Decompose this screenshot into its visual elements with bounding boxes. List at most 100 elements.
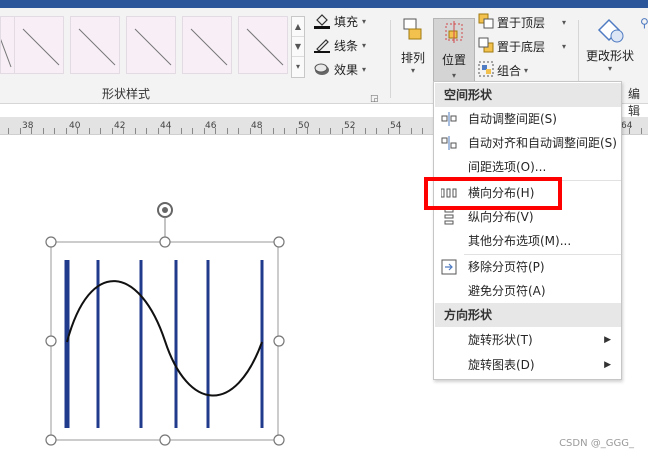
change-shape-icon xyxy=(595,14,625,47)
group-label: 组合 xyxy=(497,63,522,78)
remove-page-break-icon xyxy=(441,259,457,275)
watermark: CSDN @_GGG_ xyxy=(559,438,634,449)
menu-item-rotate-diagram[interactable]: 旋转图表(D) ▶ xyxy=(435,353,621,377)
ruler-tick xyxy=(226,128,228,134)
group-icon xyxy=(478,61,494,80)
menu-item-more-distribute-options[interactable]: 其他分布选项(M)... xyxy=(435,229,621,253)
chevron-down-icon: ▾ xyxy=(607,64,612,73)
chevron-down-icon: ▾ xyxy=(562,17,567,27)
ruler-tick xyxy=(284,128,285,134)
menu-section-header: 方向形状 xyxy=(435,303,621,327)
menu-item-label: 旋转图表(D) xyxy=(468,358,535,372)
chevron-down-icon: ▾ xyxy=(362,16,367,26)
change-shape-button[interactable]: 更改形状 ▾ xyxy=(584,14,636,73)
style-thumb[interactable] xyxy=(182,16,232,74)
ruler-tick xyxy=(399,128,400,134)
menu-item-spacing-options[interactable]: 间距选项(O)... xyxy=(435,155,621,179)
ruler-tick xyxy=(249,128,251,134)
fill-button[interactable]: 填充 ▾ xyxy=(314,11,366,31)
sine-curve[interactable] xyxy=(66,280,263,397)
bring-to-front-button[interactable]: 置于顶层 ▾ xyxy=(478,12,566,32)
chevron-down-icon: ▾ xyxy=(562,41,567,51)
menu-item-label: 间距选项(O)... xyxy=(468,160,547,174)
ruler-tick xyxy=(134,128,136,134)
dialog-launcher-icon[interactable]: ◲ xyxy=(370,94,379,104)
position-dropdown-menu: 空间形状 自动调整间距(S) 自动对齐和自动调整间距(S) 间距选项(O)...… xyxy=(433,81,622,380)
auto-space-icon xyxy=(441,111,457,127)
ruler-tick xyxy=(65,128,67,134)
menu-item-label: 自动对齐和自动调整间距(S) xyxy=(468,136,617,150)
group-separator xyxy=(390,20,391,98)
ruler-tick xyxy=(31,128,32,134)
send-to-back-button[interactable]: 置于底层 ▾ xyxy=(478,36,566,56)
ruler-tick xyxy=(157,128,159,134)
ruler-tick xyxy=(180,128,182,134)
send-to-back-icon xyxy=(478,37,494,56)
ruler-tick xyxy=(42,128,44,134)
ruler-tick xyxy=(353,128,354,134)
distribute-vertical-icon xyxy=(441,208,457,225)
position-button[interactable]: 位置 ▾ xyxy=(433,18,475,88)
ruler-tick xyxy=(215,128,216,134)
menu-item-avoid-page-break[interactable]: 避免分页符(A) xyxy=(435,279,621,303)
chevron-down-icon: ▾ xyxy=(362,64,367,74)
menu-item-auto-space[interactable]: 自动调整间距(S) xyxy=(435,107,621,131)
title-bar-strip xyxy=(0,0,648,8)
ruler-tick xyxy=(295,128,297,134)
auto-align-icon xyxy=(441,135,457,151)
ruler-tick xyxy=(77,128,78,134)
paint-bucket-icon xyxy=(314,13,330,29)
effect-button[interactable]: 效果 ▾ xyxy=(314,59,366,79)
arrange-button[interactable]: 排列 ▾ xyxy=(398,16,428,75)
bring-to-front-icon xyxy=(478,13,494,32)
arrange-label: 排列 xyxy=(400,51,425,65)
ruler-tick xyxy=(111,128,113,134)
annotation-highlight-box xyxy=(424,177,562,210)
menu-section-header: 空间形状 xyxy=(435,83,621,107)
chevron-down-icon: ▾ xyxy=(451,71,456,80)
menu-item-remove-page-break[interactable]: 移除分页符(P) xyxy=(435,255,621,279)
ruler-tick xyxy=(146,128,147,134)
search-icon[interactable]: ⚲ xyxy=(640,16,648,30)
ruler-tick xyxy=(307,128,308,134)
ruler-tick xyxy=(19,128,21,134)
ruler-tick xyxy=(387,128,389,134)
chevron-down-icon[interactable]: ▼ xyxy=(292,37,304,57)
more-icon[interactable]: ▾ xyxy=(292,57,304,77)
rotate-handle-icon[interactable] xyxy=(157,202,173,218)
fill-label: 填充 xyxy=(334,14,359,29)
pen-icon xyxy=(314,37,330,53)
line-button[interactable]: 线条 ▾ xyxy=(314,35,366,55)
style-thumb[interactable] xyxy=(14,16,64,74)
ruler-tick xyxy=(376,128,377,134)
ruler-tick xyxy=(192,128,193,134)
menu-item-rotate-shape[interactable]: 旋转形状(T) ▶ xyxy=(435,328,621,352)
arrange-icon xyxy=(401,16,425,49)
style-thumb[interactable] xyxy=(238,16,288,74)
ruler-tick xyxy=(364,128,366,134)
ruler-tick xyxy=(640,128,642,134)
shape-style-gallery[interactable] xyxy=(0,16,290,76)
ruler-tick xyxy=(330,128,331,134)
menu-item-label: 旋转形状(T) xyxy=(468,333,533,347)
style-thumb[interactable] xyxy=(126,16,176,74)
chevron-right-icon: ▶ xyxy=(604,360,611,370)
ruler-tick xyxy=(341,128,343,134)
change-shape-label: 更改形状 xyxy=(585,49,634,63)
menu-item-label: 其他分布选项(M)... xyxy=(468,234,572,248)
shape-effects-icon xyxy=(314,61,330,77)
send-to-back-label: 置于底层 xyxy=(497,39,546,54)
line-label: 线条 xyxy=(334,38,359,53)
ruler-number: 64 xyxy=(621,121,633,131)
chevron-right-icon: ▶ xyxy=(604,335,611,345)
style-thumb[interactable] xyxy=(70,16,120,74)
edit-group-label: 编辑 xyxy=(628,87,641,118)
ruler-tick xyxy=(8,128,9,134)
ruler-tick xyxy=(272,128,274,134)
gallery-scroller[interactable]: ▲ ▼ ▾ xyxy=(291,16,305,78)
chevron-up-icon[interactable]: ▲ xyxy=(292,17,304,37)
chevron-down-icon: ▾ xyxy=(410,66,415,75)
position-label: 位置 xyxy=(441,53,466,67)
menu-item-auto-align-space[interactable]: 自动对齐和自动调整间距(S) xyxy=(435,131,621,155)
group-button[interactable]: 组合 ▾ xyxy=(478,60,528,80)
